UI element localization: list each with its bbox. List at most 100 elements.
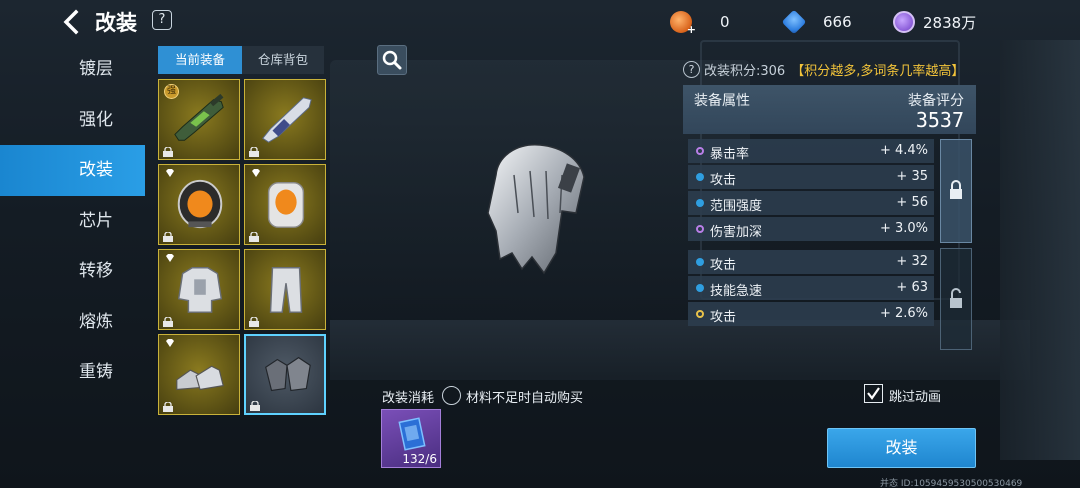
attribute-value: + 4.4% [879,143,928,158]
sidebar-item-modify[interactable]: 改装 [0,145,145,196]
hangar-floor [330,320,1030,380]
rating-value: 3537 [915,108,964,132]
attribute-row: 暴击率 + 4.4% [688,139,934,163]
blue-dot-icon [696,199,704,207]
search-icon [382,50,402,70]
lock-small-icon [249,317,259,327]
hangar-pillar [1000,40,1080,460]
blue-dot-icon [696,284,704,292]
currency-gem-value: 666 [823,13,852,31]
equipment-slot-armor[interactable] [158,249,240,330]
backpack-icon [267,182,305,228]
lock-small-icon [163,232,173,242]
material-count: 132/6 [402,452,437,466]
cannon-icon [262,97,312,143]
helmet-icon [177,179,223,229]
equipment-slot-cannon[interactable] [244,79,326,160]
sidebar-item-enhance[interactable]: 强化 [0,95,145,146]
attribute-row: 攻击 + 32 [688,250,934,274]
attribute-value: + 32 [896,254,928,269]
attribute-value: + 56 [896,195,928,210]
sidebar-item-plating[interactable]: 镀层 [0,44,145,95]
currency-coin[interactable]: 2838万 [893,10,976,34]
footer-id: 并态 ID:10594595305005304​69 [880,479,1023,488]
skip-animation-label: 跳过动画 [889,390,942,405]
blue-gem-icon [781,9,807,35]
help-icon[interactable]: ? [152,10,172,30]
attribute-name: 攻击 [710,173,737,188]
attribute-name: 技能急速 [710,284,763,299]
sidebar-item-chip[interactable]: 芯片 [0,196,145,247]
attribute-name: 攻击 [710,310,737,325]
attribute-name: 暴击率 [710,147,750,162]
attribute-value: + 2.6% [879,306,928,321]
boots-icon [176,365,224,391]
attribute-row: 攻击 + 2.6% [688,302,934,326]
rating-label: 装备评分 [908,93,964,109]
blue-dot-icon [696,173,704,181]
equipment-slot-gloves[interactable] [244,334,326,415]
sidebar: 镀层 强化 改装 芯片 转移 熔炼 重铸 [0,44,145,398]
currency-fire-value: 0 [720,13,730,31]
cost-label: 改装消耗 [382,391,435,406]
sidebar-item-transfer[interactable]: 转移 [0,246,145,297]
modify-button[interactable]: 改装 [827,428,976,468]
modify-score-hint: 【积分越多,多词条几率越高】 [791,64,965,79]
equipment-slot-helmet[interactable] [158,164,240,245]
lock-small-icon [163,317,173,327]
lock-small-icon [163,147,173,157]
attribute-row: 范围强度 + 56 [688,191,934,215]
attribute-name: 伤害加深 [710,225,763,240]
auto-buy-label: 材料不足时自动购买 [466,391,584,406]
material-item[interactable]: 132/6 [381,409,441,468]
sidebar-item-recast[interactable]: 重铸 [0,347,145,398]
modify-score-label: 改装积分:306 [704,64,786,79]
skip-animation-checkbox[interactable] [864,384,883,403]
lock-toggle-locked[interactable] [940,139,972,243]
lock-toggle-unlocked[interactable] [940,248,972,350]
page-title: 改装 [95,11,137,35]
tab-current-equipment[interactable]: 当前装备 [158,46,242,74]
attribute-name: 攻击 [710,258,737,273]
help-icon[interactable]: ? [683,61,700,78]
currency-coin-value: 2838万 [923,13,977,32]
gold-ring-icon [696,310,704,318]
chevron-left-icon [63,9,79,35]
back-button[interactable] [58,8,84,36]
attribute-row: 伤害加深 + 3.0% [688,217,934,241]
unlock-icon [950,288,962,308]
equipment-slot-boots[interactable] [158,334,240,415]
fire-crystal-icon: + [670,11,696,36]
currency-fire[interactable]: + 0 [670,10,730,36]
equipment-slot-pants[interactable] [244,249,326,330]
attribute-name: 范围强度 [710,199,763,214]
attribute-value: + 35 [896,169,928,184]
modify-score: ? 改装积分:306 【积分越多,多词条几率越高】 [683,60,964,79]
blue-dot-icon [696,258,704,266]
gloves-icon [265,356,311,392]
tab-warehouse[interactable]: 仓库背包 [242,46,324,74]
glove-model-icon[interactable] [478,135,598,277]
search-button[interactable] [377,45,407,75]
lock-small-icon [249,147,259,157]
lock-small-icon [163,402,173,412]
attribute-value: + 3.0% [879,221,928,236]
attribute-header: 装备属性 装备评分 3537 [683,85,976,134]
purple-ring-icon [696,147,704,155]
attribute-row: 技能急速 + 63 [688,276,934,300]
sidebar-item-smelt[interactable]: 熔炼 [0,297,145,348]
purple-coin-icon [893,11,915,33]
lock-small-icon [249,232,259,242]
auto-buy-radio[interactable] [442,386,461,405]
lock-small-icon [250,401,260,411]
equipment-slot-rifle[interactable]: 强 [158,79,240,160]
armor-icon [177,267,223,313]
rifle-icon [174,93,224,141]
currency-gem[interactable]: 666 [781,9,852,35]
top-bar: 改装 ? + 0 666 2838万 [0,0,1080,44]
pants-icon [269,267,303,313]
equipment-slot-backpack[interactable] [244,164,326,245]
attribute-title: 装备属性 [694,93,750,109]
checkmark-icon [867,387,880,400]
attribute-row: 攻击 + 35 [688,165,934,189]
